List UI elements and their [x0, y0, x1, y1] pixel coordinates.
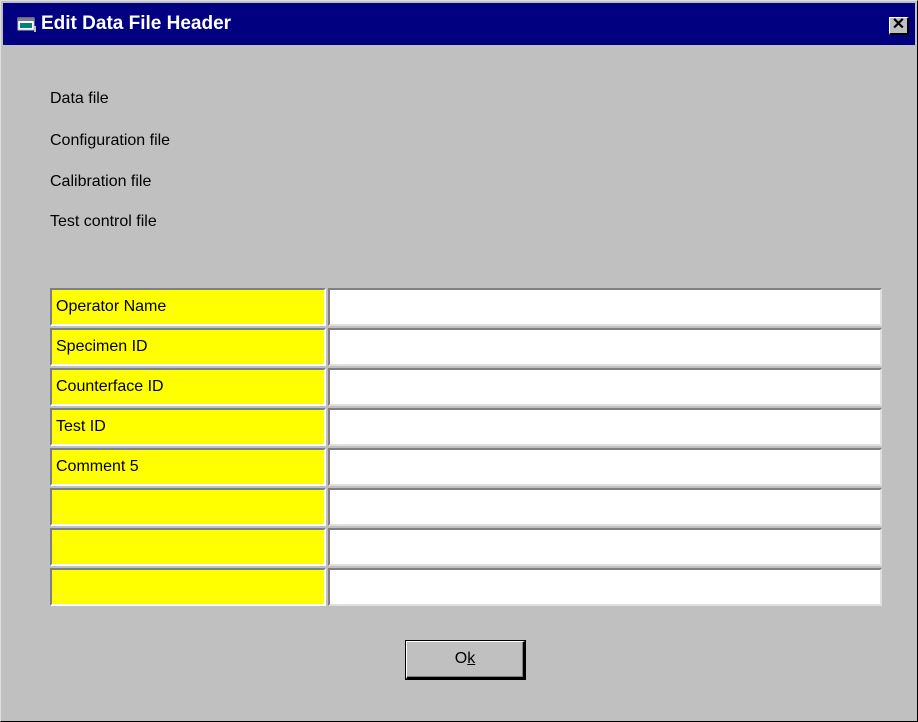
header-field-row: Counterface ID — [50, 368, 882, 408]
specimen-id-field[interactable] — [328, 328, 882, 366]
header-field-row — [50, 568, 882, 608]
comment-8-label[interactable] — [50, 568, 326, 606]
test-id-field[interactable] — [328, 408, 882, 446]
comment-6-label[interactable] — [50, 488, 326, 526]
close-icon: ✕ — [891, 16, 906, 33]
header-field-row: Test ID — [50, 408, 882, 448]
comment-5-field[interactable] — [328, 448, 882, 486]
ok-button-label: Ok — [449, 649, 481, 669]
ok-label-mnemonic: k — [467, 650, 476, 667]
ok-label-prefix: O — [454, 650, 468, 667]
header-field-row: Specimen ID — [50, 328, 882, 368]
header-fields-grid: Operator Name Specimen ID Counterface ID… — [50, 288, 882, 608]
header-field-row — [50, 488, 882, 528]
operator-name-field[interactable] — [328, 288, 882, 326]
configuration-file-label: Configuration file — [50, 132, 171, 149]
data-file-label: Data file — [50, 90, 109, 107]
close-button[interactable]: ✕ — [889, 17, 909, 35]
comment-5-label[interactable]: Comment 5 — [50, 448, 326, 486]
app-window-icon — [17, 17, 36, 32]
window-title: Edit Data File Header — [41, 13, 232, 34]
title-bar[interactable]: Edit Data File Header ✕ — [3, 3, 915, 45]
counterface-id-label[interactable]: Counterface ID — [50, 368, 326, 406]
header-field-row — [50, 528, 882, 568]
header-field-row: Operator Name — [50, 288, 882, 328]
specimen-id-label[interactable]: Specimen ID — [50, 328, 326, 366]
comment-6-field[interactable] — [328, 488, 882, 526]
header-field-row: Comment 5 — [50, 448, 882, 488]
comment-8-field[interactable] — [328, 568, 882, 606]
edit-data-file-header-dialog: Edit Data File Header ✕ Data file Config… — [0, 0, 918, 722]
counterface-id-field[interactable] — [328, 368, 882, 406]
operator-name-label[interactable]: Operator Name — [50, 288, 326, 326]
test-id-label[interactable]: Test ID — [50, 408, 326, 446]
ok-button[interactable]: Ok — [405, 640, 526, 680]
calibration-file-label: Calibration file — [50, 173, 152, 190]
comment-7-field[interactable] — [328, 528, 882, 566]
test-control-file-label: Test control file — [50, 213, 157, 230]
comment-7-label[interactable] — [50, 528, 326, 566]
